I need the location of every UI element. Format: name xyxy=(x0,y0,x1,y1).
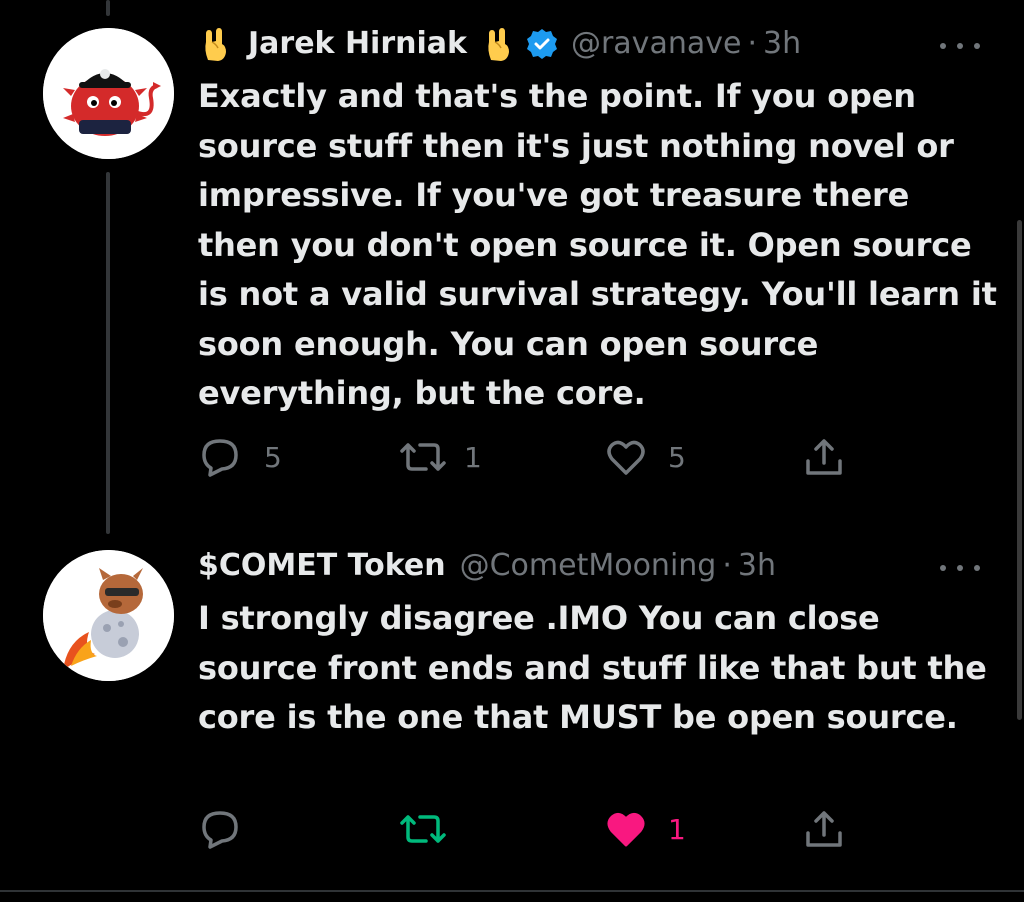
display-name[interactable]: $COMET Token xyxy=(198,546,446,586)
avatar[interactable] xyxy=(43,550,174,681)
rock-hand-emoji xyxy=(481,26,517,62)
separator-dot: · xyxy=(722,548,732,583)
verified-badge-icon xyxy=(525,27,559,61)
tweet-2[interactable]: $COMET Token @CometMooning · 3h I strong… xyxy=(0,530,1024,890)
handle[interactable]: @ravanave xyxy=(571,24,741,64)
like-button[interactable]: 1 xyxy=(604,804,686,854)
separator-dot: · xyxy=(747,26,757,61)
timestamp[interactable]: 3h xyxy=(763,24,801,64)
more-icon[interactable] xyxy=(940,36,980,56)
tweet-text: Exactly and that's the point. If you ope… xyxy=(198,77,997,412)
share-button[interactable] xyxy=(802,432,846,482)
share-icon xyxy=(806,811,842,847)
reply-button[interactable]: 5 xyxy=(198,432,282,482)
tweet-header: $COMET Token @CometMooning · 3h xyxy=(198,546,776,586)
timestamp[interactable]: 3h xyxy=(738,546,776,586)
tweet-1[interactable]: Jarek Hirniak @ravanave · 3h Exactly and… xyxy=(0,0,1024,530)
rock-hand-emoji xyxy=(198,26,234,62)
avatar[interactable] xyxy=(43,28,174,159)
retweet-button[interactable] xyxy=(398,804,472,854)
handle[interactable]: @CometMooning xyxy=(460,546,717,586)
share-icon xyxy=(806,439,842,475)
scrollbar[interactable] xyxy=(1017,220,1022,720)
reply-icon xyxy=(202,811,238,849)
reply-count: 5 xyxy=(264,440,282,474)
action-bar: 5 1 5 xyxy=(198,432,858,482)
retweet-button[interactable]: 1 xyxy=(398,432,482,482)
action-bar: 1 xyxy=(198,804,858,854)
retweet-count: 1 xyxy=(464,440,482,474)
like-button[interactable]: 5 xyxy=(604,432,686,482)
share-button[interactable] xyxy=(802,804,846,854)
retweet-icon xyxy=(400,815,446,843)
more-icon[interactable] xyxy=(940,558,980,578)
like-count: 5 xyxy=(668,440,686,474)
tweet-header: Jarek Hirniak @ravanave · 3h xyxy=(198,24,801,64)
avatar-comet-character-image xyxy=(43,550,174,681)
reply-icon xyxy=(202,439,238,477)
reply-button[interactable] xyxy=(198,804,266,854)
heart-icon xyxy=(607,440,645,475)
display-name[interactable]: Jarek Hirniak xyxy=(248,24,467,64)
divider xyxy=(0,890,1024,892)
heart-icon xyxy=(607,812,645,847)
retweet-icon xyxy=(400,443,446,471)
like-count: 1 xyxy=(668,812,686,846)
tweet-text: I strongly disagree .IMO You can close s… xyxy=(198,599,987,736)
avatar-devil-character-image xyxy=(43,28,174,159)
